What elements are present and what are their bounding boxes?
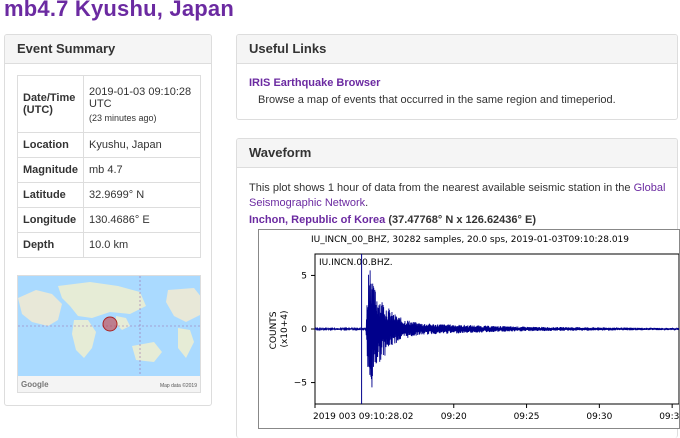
y-axis-label-line1: COUNTS	[269, 311, 279, 349]
x-tick-label: 09:30	[586, 412, 612, 422]
y-tick-label: −5	[294, 379, 307, 389]
summary-value: Kyushu, Japan	[83, 132, 201, 158]
summary-key: Latitude	[17, 182, 84, 208]
table-row: Date/Time (UTC) 2019-01-03 09:10:28 UTC …	[17, 75, 201, 133]
y-axis-label-line2: (x10+4)	[280, 310, 290, 347]
event-summary-panel: Event Summary Date/Time (UTC) 2019-01-03…	[4, 34, 212, 406]
table-row: Location Kyushu, Japan	[17, 132, 201, 158]
y-axis-label: COUNTS (x10+4)	[269, 309, 290, 350]
event-summary-table: Date/Time (UTC) 2019-01-03 09:10:28 UTC …	[17, 75, 201, 258]
x-tick-label: 09:25	[514, 412, 540, 422]
trace-label: IU.INCN.00.BHZ.	[319, 258, 393, 268]
world-map-graphic	[18, 276, 200, 392]
table-row: Depth 10.0 km	[17, 232, 201, 258]
summary-key: Depth	[17, 232, 84, 258]
summary-key: Magnitude	[17, 157, 84, 183]
table-row: Magnitude mb 4.7	[17, 157, 201, 183]
x-tick-label: 2019 003 09:10:28.02	[313, 412, 414, 422]
station-coords: (37.47768° N x 126.62436° E)	[388, 214, 536, 226]
useful-links-heading: Useful Links	[237, 35, 677, 64]
waveform-description: This plot shows 1 hour of data from the …	[249, 181, 669, 211]
summary-value: 32.9699° N	[83, 182, 201, 208]
event-location-map[interactable]: Google Map data ©2019	[17, 275, 201, 393]
waveform-text: This plot shows 1 hour of data from the …	[249, 182, 634, 194]
x-tick-label: 09:35	[659, 412, 680, 422]
iris-earthquake-browser-link[interactable]: IRIS Earthquake Browser	[249, 77, 380, 89]
waveform-text-end: .	[365, 197, 369, 209]
event-summary-heading: Event Summary	[5, 35, 211, 64]
time-ago: (23 minutes ago)	[89, 112, 157, 123]
useful-links-panel: Useful Links IRIS Earthquake Browser Bro…	[236, 34, 678, 120]
y-tick-label: 5	[301, 271, 307, 281]
summary-key: Date/Time (UTC)	[17, 75, 84, 133]
summary-value: 130.4686° E	[83, 207, 201, 233]
map-provider-logo: Google	[21, 380, 49, 389]
iris-link-description: Browse a map of events that occurred in …	[258, 94, 616, 106]
x-tick-label: 09:20	[441, 412, 467, 422]
datetime-value: 2019-01-03 09:10:28 UTC	[89, 85, 192, 110]
seismogram-svg: IU_INCN_00_BHZ, 30282 samples, 20.0 sps,…	[269, 235, 680, 422]
summary-value: 2019-01-03 09:10:28 UTC (23 minutes ago)	[83, 75, 201, 133]
map-credit[interactable]: Map data ©2019	[160, 383, 197, 389]
station-link[interactable]: Inchon, Republic of Korea	[249, 214, 385, 226]
summary-value: 10.0 km	[83, 232, 201, 258]
seismogram-plot: IU_INCN_00_BHZ, 30282 samples, 20.0 sps,…	[258, 229, 680, 429]
waveform-trace	[314, 270, 679, 388]
plot-title: IU_INCN_00_BHZ, 30282 samples, 20.0 sps,…	[311, 235, 629, 245]
table-row: Longitude 130.4686° E	[17, 207, 201, 233]
page-title: mb4.7 Kyushu, Japan	[4, 0, 234, 21]
summary-value: mb 4.7	[83, 157, 201, 183]
waveform-heading: Waveform	[237, 139, 677, 168]
y-tick-label: 0	[301, 325, 307, 335]
summary-key: Location	[17, 132, 84, 158]
summary-key: Longitude	[17, 207, 84, 233]
station-line: Inchon, Republic of Korea (37.47768° N x…	[249, 214, 536, 226]
table-row: Latitude 32.9699° N	[17, 182, 201, 208]
